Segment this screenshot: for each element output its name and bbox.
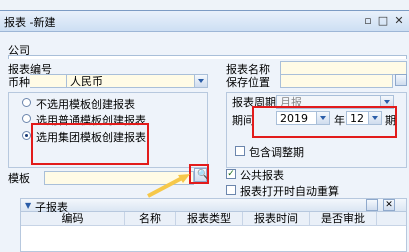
auto-recalc-label: 报表打开时自动重算 [240, 185, 339, 198]
template-label: 模板 [8, 172, 30, 185]
public-report-checkbox[interactable]: ✓ [226, 169, 236, 179]
highlight-group-template [31, 123, 149, 165]
column-header-code[interactable]: 编码 [21, 212, 125, 225]
new-subreport-icon[interactable] [366, 199, 378, 211]
dialog-title: 报表 -新建 [4, 16, 56, 29]
public-report-label: 公共报表 [240, 169, 284, 182]
radio-group-template[interactable] [22, 131, 31, 140]
highlight-template-button [189, 164, 209, 184]
column-header-approval[interactable]: 是否审批 [310, 212, 377, 225]
highlight-period [252, 106, 397, 138]
radio-no-template[interactable] [22, 98, 31, 107]
chevron-down-icon[interactable] [194, 75, 207, 87]
auto-recalc-checkbox[interactable] [226, 185, 236, 195]
include-adjust-label: 包含调整期 [249, 146, 304, 159]
period-label: 期间 [232, 114, 254, 127]
new-report-dialog: 报表 -新建 ▫ □ ✕ 公司 报表编号 报表名称 币种 人民币 保存位置 不选… [0, 10, 409, 252]
no-template-label: 不选用模板创建报表 [36, 98, 135, 111]
subreport-table-header: 编码 名称 报表类型 报表时间 是否审批 [21, 212, 406, 226]
minimize-icon[interactable]: ▫ [361, 14, 375, 27]
include-adjust-checkbox[interactable] [235, 146, 245, 156]
arrow-pointer-icon [147, 174, 190, 198]
dialog-titlebar: 报表 -新建 ▫ □ ✕ [0, 11, 409, 32]
close-icon[interactable]: ✕ [392, 14, 406, 27]
delete-subreport-icon[interactable]: ✕ [383, 199, 395, 211]
subreport-table: 编码 名称 报表类型 报表时间 是否审批 [20, 212, 407, 252]
collapse-icon[interactable]: ▼ [25, 201, 31, 210]
save-location-label: 保存位置 [226, 76, 270, 89]
browse-location-button[interactable] [395, 74, 407, 86]
company-field[interactable] [8, 55, 407, 59]
column-header-name[interactable]: 名称 [125, 212, 176, 225]
maximize-icon[interactable]: □ [376, 14, 390, 27]
column-header-time[interactable]: 报表时间 [243, 212, 310, 225]
subreport-header: ▼ 子报表 ✕ [20, 198, 407, 214]
radio-normal-template[interactable] [22, 114, 31, 123]
save-location-input[interactable] [280, 74, 393, 88]
currency-select[interactable]: 人民币 [66, 74, 208, 88]
currency-label: 币种 [8, 74, 30, 90]
column-header-type[interactable]: 报表类型 [176, 212, 243, 225]
report-name-input[interactable] [280, 61, 407, 75]
currency-value: 人民币 [70, 75, 103, 88]
